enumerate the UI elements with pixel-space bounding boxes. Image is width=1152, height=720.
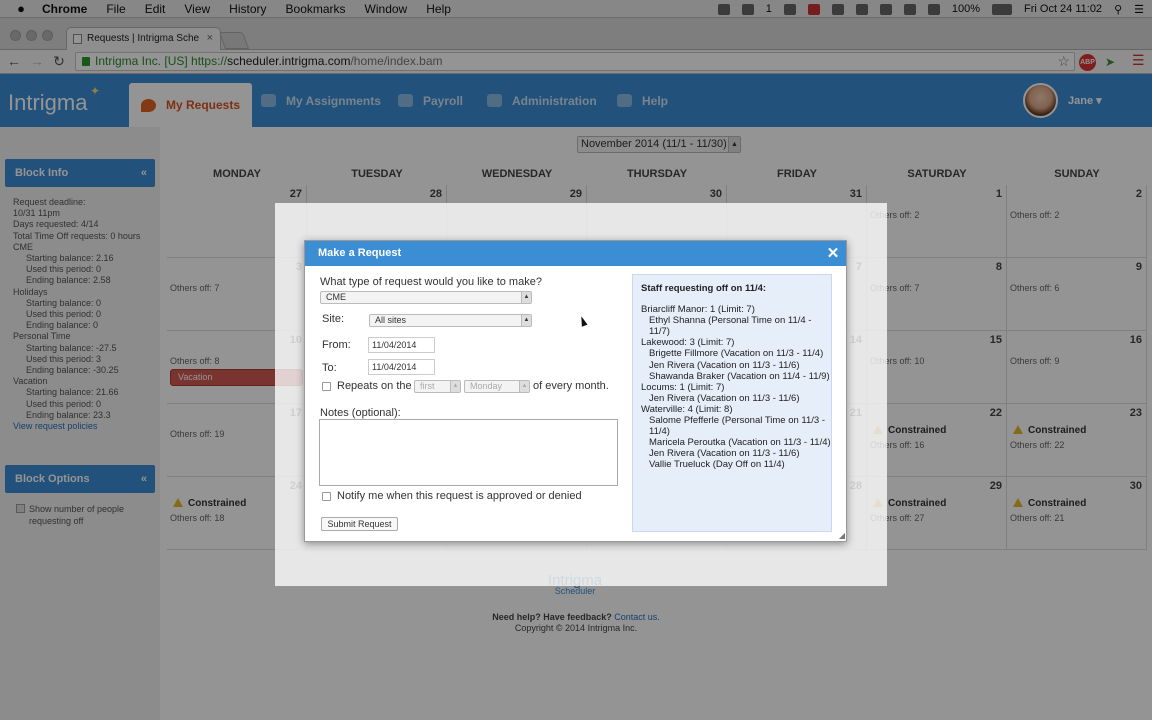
staff-entry: Vallie Trueluck (Day Off on 11/4) — [649, 459, 785, 471]
select-arrows-icon: ▲ — [519, 381, 529, 392]
site-select[interactable]: All sites ▲ — [369, 314, 532, 327]
site-label: Site: — [322, 313, 345, 325]
select-arrows-icon: ▲ — [521, 292, 531, 303]
repeats-suffix: of every month. — [533, 380, 609, 392]
repeat-day-value: Monday — [470, 381, 503, 391]
staff-entry: Ethyl Shanna (Personal Time on 11/4 - 11… — [649, 315, 812, 338]
repeat-day-select[interactable]: Monday ▲ — [464, 380, 530, 393]
request-type-question: What type of request would you like to m… — [320, 276, 542, 288]
from-date-input[interactable]: 11/04/2014 — [368, 337, 435, 353]
staff-entry: Jen Rivera (Vacation on 11/3 - 11/6) — [649, 392, 800, 404]
staff-site-group: Locums: 1 (Limit: 7) — [641, 381, 725, 393]
dialog-header: Make a Request ✕ — [305, 241, 846, 266]
notify-checkbox[interactable] — [322, 492, 331, 501]
staff-entry: Brigette Fillmore (Vacation on 11/3 - 11… — [649, 348, 824, 360]
staff-entry: Jen Rivera (Vacation on 11/3 - 11/6) — [649, 448, 800, 460]
notes-label: Notes (optional): — [320, 407, 401, 419]
staff-entry: Maricela Peroutka (Vacation on 11/3 - 11… — [649, 437, 831, 449]
staff-heading: Staff requesting off on 11/4: — [641, 283, 767, 294]
staff-site-group: Waterville: 4 (Limit: 8) — [641, 403, 733, 415]
repeat-ordinal-value: first — [420, 381, 435, 391]
select-arrows-icon: ▲ — [450, 381, 460, 392]
staff-entry: Shawanda Braker (Vacation on 11/4 - 11/9… — [649, 370, 830, 382]
repeat-ordinal-select[interactable]: first ▲ — [414, 380, 461, 393]
request-type-select[interactable]: CME ▲ — [320, 291, 532, 304]
notes-textarea[interactable] — [319, 419, 618, 486]
to-label: To: — [322, 362, 337, 374]
select-arrows-icon: ▲ — [521, 315, 531, 326]
staff-site-group: Briarcliff Manor: 1 (Limit: 7) — [641, 304, 755, 316]
dialog-title: Make a Request — [318, 247, 402, 259]
resize-handle-icon[interactable]: ◢ — [839, 531, 845, 540]
site-value: All sites — [375, 315, 407, 325]
staff-entry: Salome Pfefferle (Personal Time on 11/3 … — [649, 415, 826, 438]
close-icon[interactable]: ✕ — [825, 241, 841, 266]
from-label: From: — [322, 339, 351, 351]
staff-requesting-panel: Staff requesting off on 11/4: Briarcliff… — [632, 274, 832, 532]
to-date-input[interactable]: 11/04/2014 — [368, 359, 435, 375]
repeats-label: Repeats on the — [337, 380, 412, 392]
request-type-value: CME — [326, 292, 346, 302]
make-request-dialog: Make a Request ✕ What type of request wou… — [304, 240, 847, 542]
notify-label: Notify me when this request is approved … — [337, 490, 582, 502]
staff-entry: Jen Rivera (Vacation on 11/3 - 11/6) — [649, 359, 800, 371]
staff-site-group: Lakewood: 3 (Limit: 7) — [641, 337, 735, 349]
repeats-checkbox[interactable] — [322, 382, 331, 391]
submit-request-button[interactable]: Submit Request — [321, 517, 398, 531]
staff-list: Briarcliff Manor: 1 (Limit: 7) Ethyl Shan… — [641, 304, 831, 470]
